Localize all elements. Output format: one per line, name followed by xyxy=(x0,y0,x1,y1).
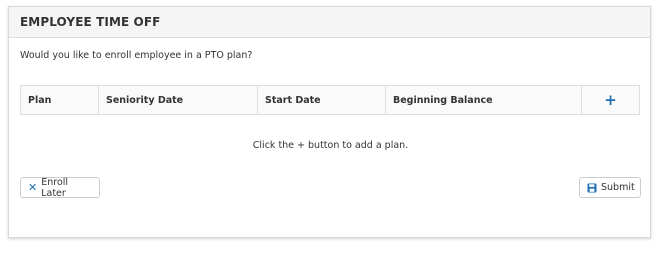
column-header-plan: Plan xyxy=(21,86,99,114)
pto-plan-table-header: Plan Seniority Date Start Date Beginning… xyxy=(20,85,640,115)
column-header-beginning-balance: Beginning Balance xyxy=(386,86,582,114)
submit-button[interactable]: Submit xyxy=(579,177,641,198)
submit-label: Submit xyxy=(601,182,635,193)
enroll-later-button[interactable]: ✕ Enroll Later xyxy=(20,176,100,199)
panel-title: EMPLOYEE TIME OFF xyxy=(20,15,161,29)
column-header-seniority-date: Seniority Date xyxy=(99,86,258,114)
enroll-later-label: Enroll Later xyxy=(41,176,69,199)
close-icon: ✕ xyxy=(28,181,38,194)
column-header-start-date: Start Date xyxy=(258,86,386,114)
panel-header: EMPLOYEE TIME OFF xyxy=(9,7,650,38)
enroll-prompt: Would you like to enroll employee in a P… xyxy=(20,50,253,61)
add-plan-icon[interactable]: + xyxy=(604,92,617,108)
employee-time-off-panel: EMPLOYEE TIME OFF Would you like to enro… xyxy=(8,6,651,238)
save-icon xyxy=(587,183,597,193)
empty-table-message: Click the + button to add a plan. xyxy=(252,140,409,151)
add-plan-cell: + xyxy=(582,86,639,114)
